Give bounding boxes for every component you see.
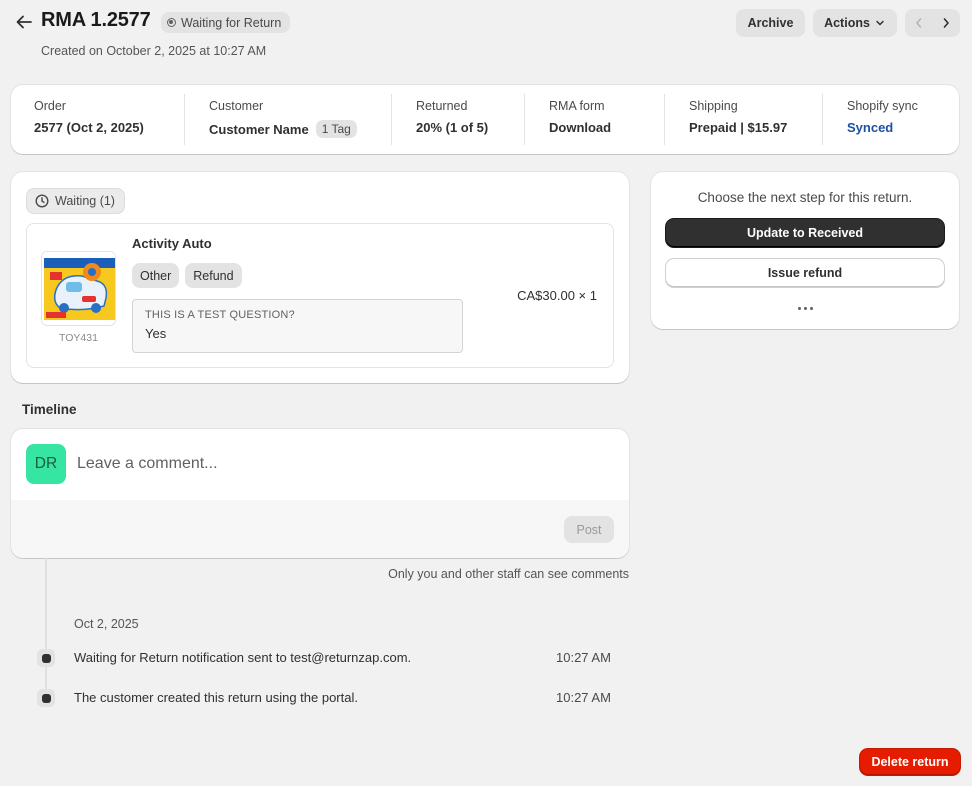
shopify-sync-link[interactable]: Synced [847, 120, 918, 135]
timeline-event-time: 10:27 AM [556, 650, 611, 665]
return-items-card: Waiting (1) TOY431 Activity Auto Other R… [11, 172, 629, 383]
timeline-line [45, 558, 47, 706]
delete-return-button[interactable]: Delete return [860, 749, 960, 775]
product-image[interactable] [41, 251, 116, 326]
next-step-prompt: Choose the next step for this return. [697, 190, 913, 205]
answer-text: Yes [145, 326, 167, 341]
summary-card: Order 2577 (Oct 2, 2025) Customer Custom… [11, 85, 959, 154]
timeline-event: Waiting for Return notification sent to … [0, 648, 972, 668]
page-header: RMA 1.2577 Waiting for Return Created on… [0, 0, 972, 70]
update-to-received-button[interactable]: Update to Received [666, 219, 944, 247]
timeline-event-time: 10:27 AM [556, 690, 611, 705]
item-price: CA$30.00 × 1 [517, 288, 597, 303]
clock-icon [35, 194, 49, 208]
customer-name-link[interactable]: Customer Name [209, 122, 309, 137]
returned-value: 20% (1 of 5) [416, 120, 489, 135]
page-title: RMA 1.2577 [41, 9, 151, 31]
status-badge: Waiting for Return [161, 12, 291, 33]
rma-form-download-link[interactable]: Download [549, 120, 611, 135]
divider [822, 94, 823, 145]
product-sku: TOY431 [59, 332, 98, 344]
actions-button-label: Actions [824, 16, 870, 30]
customer-value: Customer Name 1 Tag [209, 120, 357, 138]
timeline-dot-icon [37, 689, 55, 707]
customer-tag-badge[interactable]: 1 Tag [315, 120, 357, 138]
shopify-sync-label: Shopify sync [847, 99, 918, 113]
comment-footer: Post [11, 500, 629, 558]
timeline-event-text: Waiting for Return notification sent to … [74, 650, 412, 665]
return-item: TOY431 Activity Auto Other Refund THIS I… [26, 223, 614, 368]
order-label: Order [34, 99, 66, 113]
resolution-chip: Refund [185, 263, 242, 288]
waiting-group-label: Waiting (1) [55, 194, 115, 208]
comment-card: DR Post [11, 429, 629, 558]
reason-chip: Other [132, 263, 180, 288]
item-chips: Other Refund [132, 263, 242, 288]
back-arrow-icon[interactable] [14, 12, 34, 32]
divider [524, 94, 525, 145]
more-options-icon[interactable] [790, 300, 820, 316]
order-link[interactable]: 2577 (Oct 2, 2025) [34, 120, 144, 135]
post-button[interactable]: Post [564, 516, 614, 543]
summary-shipping: Shipping Prepaid | $15.97 [689, 99, 787, 135]
summary-customer: Customer Customer Name 1 Tag [209, 99, 357, 138]
returned-label: Returned [416, 99, 468, 113]
customer-label: Customer [209, 99, 264, 113]
status-dot-icon [167, 18, 176, 27]
shipping-label: Shipping [689, 99, 738, 113]
comment-input[interactable] [77, 451, 607, 477]
actions-button[interactable]: Actions [813, 9, 897, 37]
product-name[interactable]: Activity Auto [132, 236, 212, 251]
divider [184, 94, 185, 145]
waiting-group-badge: Waiting (1) [26, 188, 125, 214]
timeline-dot-icon [37, 649, 55, 667]
question-text: THIS IS A TEST QUESTION? [145, 309, 295, 321]
archive-button[interactable]: Archive [736, 9, 805, 37]
previous-button[interactable] [905, 9, 932, 37]
next-step-card: Choose the next step for this return. Up… [651, 172, 959, 329]
status-badge-label: Waiting for Return [181, 15, 282, 30]
divider [391, 94, 392, 145]
created-date: Created on October 2, 2025 at 10:27 AM [41, 44, 267, 58]
timeline-event: The customer created this return using t… [0, 688, 972, 708]
pagination [905, 9, 960, 37]
timeline-event-text: The customer created this return using t… [74, 690, 358, 705]
timeline-date: Oct 2, 2025 [74, 617, 139, 631]
summary-returned: Returned 20% (1 of 5) [416, 99, 488, 135]
chevron-left-icon [915, 18, 921, 28]
rma-form-label: RMA form [549, 99, 605, 113]
summary-shopify-sync: Shopify sync Synced [847, 99, 918, 135]
archive-button-label: Archive [747, 16, 794, 30]
shipping-value[interactable]: Prepaid | $15.97 [689, 120, 787, 135]
summary-rma-form: RMA form Download [549, 99, 611, 135]
avatar: DR [26, 444, 66, 484]
chevron-right-icon [943, 18, 949, 28]
timeline-title: Timeline [22, 402, 77, 417]
summary-order: Order 2577 (Oct 2, 2025) [34, 99, 144, 135]
issue-refund-button[interactable]: Issue refund [666, 259, 944, 287]
chevron-down-icon [876, 20, 884, 26]
next-button[interactable] [932, 9, 959, 37]
divider [664, 94, 665, 145]
question-answer-box: THIS IS A TEST QUESTION? Yes [132, 299, 463, 353]
staff-visibility-note: Only you and other staff can see comment… [388, 567, 629, 581]
